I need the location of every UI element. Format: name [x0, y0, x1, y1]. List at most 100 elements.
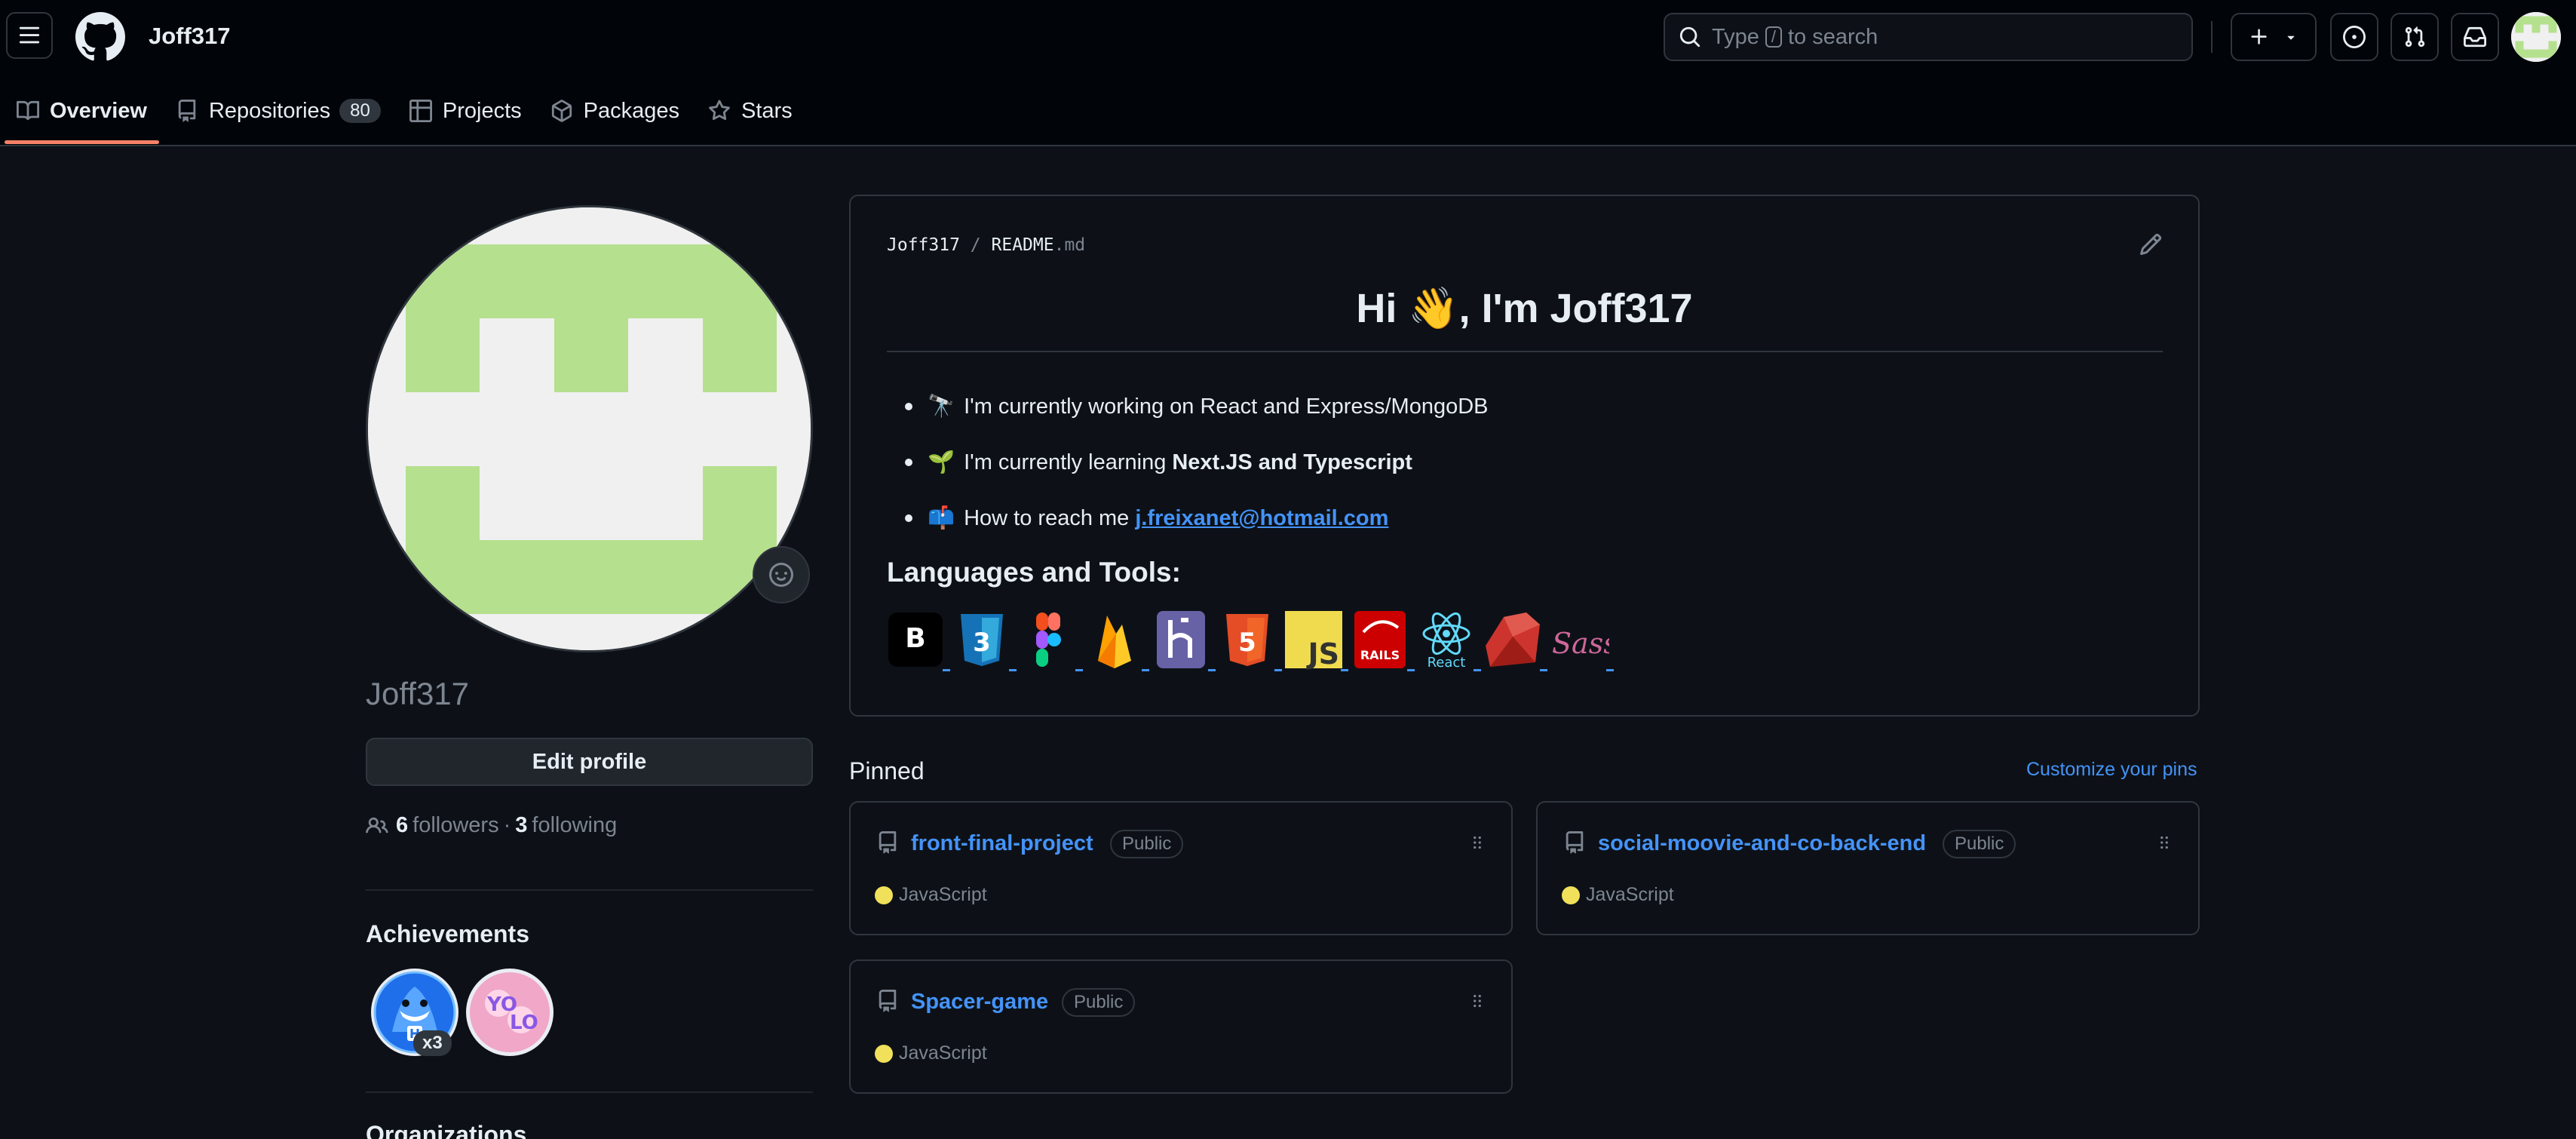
- readme-file-link[interactable]: README.md: [992, 235, 1086, 255]
- achievements-heading[interactable]: Achievements: [366, 920, 529, 948]
- pencil-icon[interactable]: [2139, 232, 2163, 256]
- list-item-text: I'm currently working on React and Expre…: [964, 394, 1489, 419]
- star-icon: [709, 100, 730, 121]
- search-placeholder-prefix: Type: [1712, 24, 1759, 49]
- language-color-dot: [875, 1044, 893, 1063]
- tab-projects[interactable]: Projects: [397, 89, 534, 133]
- following-count: 3: [515, 813, 528, 837]
- react-icon: React: [1422, 612, 1470, 671]
- profile-username-link[interactable]: Joff317: [149, 23, 231, 50]
- profile-tabs: Overview Repositories 80 Projects Packag…: [0, 89, 805, 146]
- menu-button[interactable]: [6, 12, 53, 59]
- pinned-repo-card: front-final-project Public JavaScript: [849, 801, 1513, 935]
- language-label: JavaScript: [899, 884, 987, 905]
- firebase-link[interactable]: [1084, 609, 1149, 671]
- followers-label: followers: [412, 813, 499, 837]
- firebase-icon: [1098, 616, 1131, 668]
- set-status-button[interactable]: [753, 546, 810, 603]
- follow-separator: ·: [503, 813, 511, 837]
- html5-link[interactable]: 5: [1217, 609, 1282, 671]
- tab-packages[interactable]: Packages: [538, 89, 692, 133]
- readme-heading: Hi 👋, I'm Joff317: [1356, 286, 1693, 331]
- javascript-link[interactable]: JS: [1283, 609, 1348, 671]
- language-label: JavaScript: [1586, 884, 1674, 905]
- repo-name-link[interactable]: Spacer-game: [911, 990, 1048, 1015]
- identicon-image: [368, 207, 811, 650]
- repo-language: JavaScript: [1562, 884, 1674, 906]
- readme-file-ext: .md: [1053, 235, 1086, 255]
- repo-name-link[interactable]: front-final-project: [911, 831, 1093, 856]
- search-placeholder-suffix: to search: [1788, 24, 1878, 49]
- tab-stars-label: Stars: [741, 98, 793, 123]
- tab-overview[interactable]: Overview: [5, 89, 159, 133]
- following-link[interactable]: 3 following: [515, 813, 617, 838]
- visibility-badge: Public: [1943, 830, 2016, 858]
- edit-profile-button[interactable]: Edit profile: [366, 738, 813, 786]
- language-label: JavaScript: [899, 1042, 987, 1064]
- search-input[interactable]: Type / to search: [1664, 13, 2193, 61]
- figma-icon: [1036, 612, 1061, 667]
- readme-list: 🔭 I'm currently working on React and Exp…: [887, 379, 1489, 546]
- mailbox-emoji: 📫: [928, 506, 955, 530]
- heroku-icon: [1157, 611, 1205, 668]
- pull-requests-button[interactable]: [2390, 13, 2439, 61]
- grabber-icon[interactable]: [1467, 833, 1487, 852]
- achievement-yolo-badge[interactable]: YO LO: [465, 967, 555, 1058]
- svg-text:LO: LO: [510, 1012, 538, 1034]
- top-bar: Joff317 Type / to search Overview Reposi…: [0, 0, 2576, 146]
- followers-link[interactable]: 6 followers: [388, 813, 499, 838]
- css3-link[interactable]: 3: [952, 609, 1017, 671]
- profile-avatar[interactable]: [366, 205, 813, 652]
- bullet: [905, 459, 912, 466]
- list-item-text: I'm currently learning: [964, 450, 1167, 474]
- svg-text:3: 3: [973, 628, 991, 658]
- customize-pins-link[interactable]: Customize your pins: [2026, 759, 2197, 781]
- telescope-emoji: 🔭: [928, 395, 955, 419]
- tab-repositories[interactable]: Repositories 80: [164, 89, 393, 133]
- repo-name-link[interactable]: social-moovie-and-co-back-end: [1598, 831, 1926, 856]
- repo-icon: [879, 831, 897, 854]
- svg-text:5: 5: [1238, 628, 1256, 658]
- issue-opened-icon: [2343, 26, 2366, 48]
- divider: [366, 1091, 813, 1093]
- book-icon: [17, 100, 39, 121]
- visibility-badge: Public: [1110, 830, 1184, 858]
- rails-label: RAILS: [1360, 648, 1400, 662]
- grabber-icon[interactable]: [1467, 991, 1487, 1011]
- repo-icon: [1566, 831, 1584, 854]
- profile-readme: Joff317 / README.md Hi 👋, I'm Joff317 🔭 …: [849, 195, 2200, 717]
- header-divider: [2211, 21, 2213, 53]
- email-link[interactable]: j.freixanet@hotmail.com: [1135, 506, 1388, 531]
- ruby-icon: [1486, 612, 1540, 667]
- readme-owner-link[interactable]: Joff317: [887, 235, 960, 255]
- inbox-button[interactable]: [2451, 13, 2499, 61]
- grabber-icon[interactable]: [2154, 833, 2174, 852]
- ruby-link[interactable]: [1483, 609, 1547, 671]
- github-logo-icon[interactable]: [75, 12, 125, 62]
- people-icon: [366, 817, 388, 833]
- plus-icon: [2251, 29, 2267, 45]
- sass-link[interactable]: Sass: [1549, 609, 1618, 671]
- tab-overview-label: Overview: [50, 98, 147, 123]
- selected-tab-indicator: [5, 140, 159, 144]
- bullet: [905, 403, 912, 410]
- bootstrap-link[interactable]: B: [885, 609, 950, 671]
- following-label: following: [532, 813, 618, 837]
- bootstrap-icon: B: [888, 612, 943, 667]
- repo-icon: [879, 990, 897, 1012]
- issues-button[interactable]: [2330, 13, 2378, 61]
- heroku-link[interactable]: [1151, 609, 1216, 671]
- react-link[interactable]: React: [1416, 609, 1481, 671]
- user-avatar-button[interactable]: [2511, 12, 2561, 62]
- create-new-button[interactable]: [2231, 13, 2317, 61]
- tab-stars[interactable]: Stars: [696, 89, 805, 133]
- figma-link[interactable]: [1018, 609, 1083, 671]
- rails-link[interactable]: RAILS: [1350, 609, 1415, 671]
- profile-name: Joff317: [366, 676, 470, 711]
- pinned-repo-card: Spacer-game Public JavaScript: [849, 959, 1513, 1094]
- triangle-down-icon: [2287, 35, 2295, 40]
- tools-row: B 3 5 JS RAILS React Sas: [885, 609, 1618, 671]
- follow-stats: 6 followers · 3 following: [366, 813, 617, 838]
- search-icon: [1679, 26, 1700, 48]
- readme-file-name: README: [991, 235, 1054, 255]
